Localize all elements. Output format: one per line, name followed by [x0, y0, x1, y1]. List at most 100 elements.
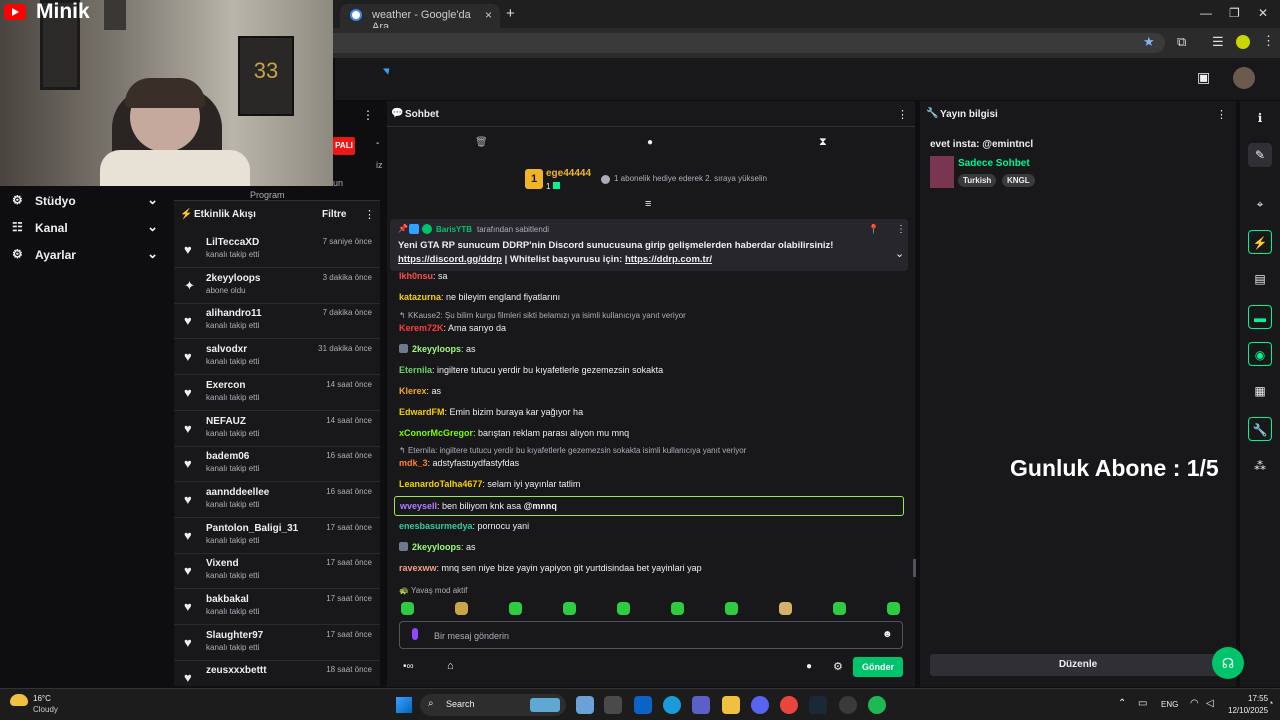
- support-headset-icon[interactable]: ☊: [1212, 647, 1244, 679]
- steam-icon[interactable]: [809, 696, 827, 714]
- feed-item-name[interactable]: alihandro11: [206, 308, 262, 319]
- emote-icon[interactable]: [887, 602, 900, 615]
- chrome-icon[interactable]: [780, 696, 798, 714]
- feed-item-name[interactable]: 2keyyloops: [206, 273, 260, 284]
- chat-message[interactable]: enesbasurmedya: pornocu yani: [399, 521, 529, 531]
- pinned-menu-icon[interactable]: ⋮: [896, 224, 906, 235]
- emote-icon[interactable]: [725, 602, 738, 615]
- category-box-art[interactable]: [930, 156, 954, 188]
- feed-item[interactable]: ♥ salvodxr kanalı takip etti 31 dakika önce: [174, 340, 380, 376]
- chat-username[interactable]: enesbasurmedya: [399, 521, 473, 531]
- feed-item-name[interactable]: NEFAUZ: [206, 416, 246, 427]
- store-icon[interactable]: ⌂: [447, 660, 454, 672]
- outlook-icon[interactable]: [634, 696, 652, 714]
- obs-icon[interactable]: [839, 696, 857, 714]
- nav-item-studio[interactable]: ⚙ Stüdyo ⌄: [0, 188, 172, 214]
- feed-menu-icon[interactable]: ⋮: [364, 208, 375, 221]
- chat-message[interactable]: wveysell: ben biliyom knk asa @mnnq: [394, 496, 904, 516]
- bookmark-star-icon[interactable]: ★: [1143, 34, 1155, 50]
- nav-item-channel[interactable]: ☷ Kanal ⌄: [0, 215, 172, 241]
- chat-username[interactable]: Ikh0nsu: [399, 271, 433, 281]
- chat-bubble-icon[interactable]: ●: [647, 137, 653, 148]
- info-icon[interactable]: ℹ: [1248, 106, 1272, 130]
- task-view-icon[interactable]: [576, 696, 594, 714]
- edit-pencil-icon[interactable]: ✎: [1248, 143, 1272, 167]
- emote-icon[interactable]: [401, 602, 414, 615]
- feed-item-name[interactable]: salvodxr: [206, 344, 247, 355]
- chat-message[interactable]: 2keyyloops: as: [399, 542, 476, 552]
- hourglass-icon[interactable]: ⧗: [819, 136, 827, 149]
- minimize-button[interactable]: —: [1200, 6, 1212, 20]
- new-tab-button[interactable]: +: [506, 5, 515, 22]
- browser-menu-icon[interactable]: ⋮: [1262, 33, 1275, 49]
- raid-icon[interactable]: ⚡: [1248, 230, 1272, 254]
- chevron-down-icon[interactable]: ⌄: [147, 246, 158, 262]
- emote-icon[interactable]: [509, 602, 522, 615]
- emote-icon[interactable]: [833, 602, 846, 615]
- feed-filter-button[interactable]: Filtre: [322, 209, 346, 220]
- taskbar-search[interactable]: ⌕ Search: [420, 694, 566, 716]
- chat-username[interactable]: katazurna: [399, 292, 441, 302]
- chat-username[interactable]: EdwardFM: [399, 407, 445, 417]
- feed-item-name[interactable]: Pantolon_Baligi_31: [206, 523, 298, 534]
- feed-item[interactable]: ♥ badem06 kanalı takip etti 16 saat önce: [174, 447, 380, 483]
- tag-badge[interactable]: Turkish: [958, 174, 997, 187]
- feed-item[interactable]: ♥ Vixend kanalı takip etti 17 saat önce: [174, 554, 380, 590]
- chat-message[interactable]: LeanardoTalha4677: selam iyi yayınlar ta…: [399, 479, 580, 489]
- layout-icon[interactable]: ▦: [1248, 379, 1272, 403]
- tray-icon[interactable]: ▭: [1138, 698, 1147, 709]
- chat-message[interactable]: Ikh0nsu: sa: [399, 271, 448, 281]
- emote-icon[interactable]: [563, 602, 576, 615]
- chat-username[interactable]: mdk_3: [399, 458, 428, 468]
- feed-item[interactable]: ♥ NEFAUZ kanalı takip etti 14 saat önce: [174, 412, 380, 447]
- close-window-button[interactable]: ✕: [1258, 6, 1268, 20]
- clock-date[interactable]: 12/10/2025: [1228, 706, 1268, 715]
- edit-button[interactable]: Düzenle: [930, 654, 1226, 676]
- chat-username[interactable]: wveysell: [400, 501, 437, 511]
- feed-item[interactable]: ♥ Pantolon_Baligi_31 kanalı takip etti 17 s…: [174, 519, 380, 554]
- discord-link[interactable]: https://discord.gg/ddrp: [398, 254, 502, 265]
- feed-item-name[interactable]: Vixend: [206, 558, 239, 569]
- chevron-down-icon[interactable]: ⌄: [147, 192, 158, 208]
- more-options-icon[interactable]: ⋮: [362, 108, 374, 122]
- windows-start-icon[interactable]: [396, 697, 412, 713]
- discord-icon[interactable]: [751, 696, 769, 714]
- restore-button[interactable]: ❐: [1229, 6, 1240, 20]
- media-icon[interactable]: ☰: [1212, 34, 1224, 50]
- chat-message[interactable]: ravexww: mnq sen niye bize yayin yapiyon…: [399, 563, 702, 573]
- broadcast-icon[interactable]: ◉: [1248, 342, 1272, 366]
- extensions-icon[interactable]: ⁂: [1248, 454, 1272, 478]
- chat-username[interactable]: 2keyyloops: [412, 344, 461, 354]
- trash-icon[interactable]: 🗑: [475, 137, 488, 148]
- extensions-icon[interactable]: ⧉: [1177, 34, 1186, 50]
- feed-item[interactable]: ♥ Exercon kanalı takip etti 14 saat önce: [174, 376, 380, 411]
- feed-item-name[interactable]: badem06: [206, 451, 249, 462]
- unpin-icon[interactable]: 📍: [868, 224, 879, 235]
- wifi-icon[interactable]: ◠: [1190, 698, 1199, 709]
- microphone-icon[interactable]: [412, 628, 418, 640]
- collapse-icon[interactable]: ≡: [645, 198, 651, 210]
- emote-icon[interactable]: [455, 602, 468, 615]
- feed-item[interactable]: ♥ Slaughter97 kanalı takip etti 17 saat önc…: [174, 626, 380, 661]
- clock-time[interactable]: 17:55: [1248, 694, 1268, 703]
- feed-item[interactable]: ♥ bakbakal kanalı takip etti 17 saat önce: [174, 590, 380, 625]
- clip-icon[interactable]: ⌖: [1248, 192, 1272, 216]
- emote-icon[interactable]: [671, 602, 684, 615]
- feed-item[interactable]: ♥ LilTeccaXD kanalı takip etti 7 saniye önc…: [174, 233, 380, 268]
- gear-icon[interactable]: ⚙: [833, 660, 843, 673]
- feed-item-name[interactable]: Slaughter97: [206, 630, 263, 641]
- spotify-icon[interactable]: [868, 696, 886, 714]
- notes-icon[interactable]: ▤: [1248, 267, 1272, 291]
- tab-close-icon[interactable]: ×: [485, 8, 492, 22]
- info-menu-icon[interactable]: ⋮: [1216, 108, 1227, 121]
- chat-message[interactable]: katazurna: ne bileyim england fiyatların…: [399, 292, 560, 302]
- chat-message[interactable]: mdk_3: adstyfastuydfastyfdas: [399, 458, 519, 468]
- chat-username[interactable]: 2keyyloops: [412, 542, 461, 552]
- chat-message[interactable]: Kerem72K: Ama sarıyo da: [399, 323, 506, 333]
- chat-mention[interactable]: @mnnq: [524, 501, 557, 511]
- website-link[interactable]: https://ddrp.com.tr/: [625, 254, 712, 265]
- leader-name[interactable]: ege44444: [546, 168, 591, 179]
- chat-username[interactable]: LeanardoTalha4677: [399, 479, 482, 489]
- notification-icon[interactable]: ◔: [1268, 698, 1273, 708]
- chevron-up-icon[interactable]: ⌃: [1118, 698, 1126, 709]
